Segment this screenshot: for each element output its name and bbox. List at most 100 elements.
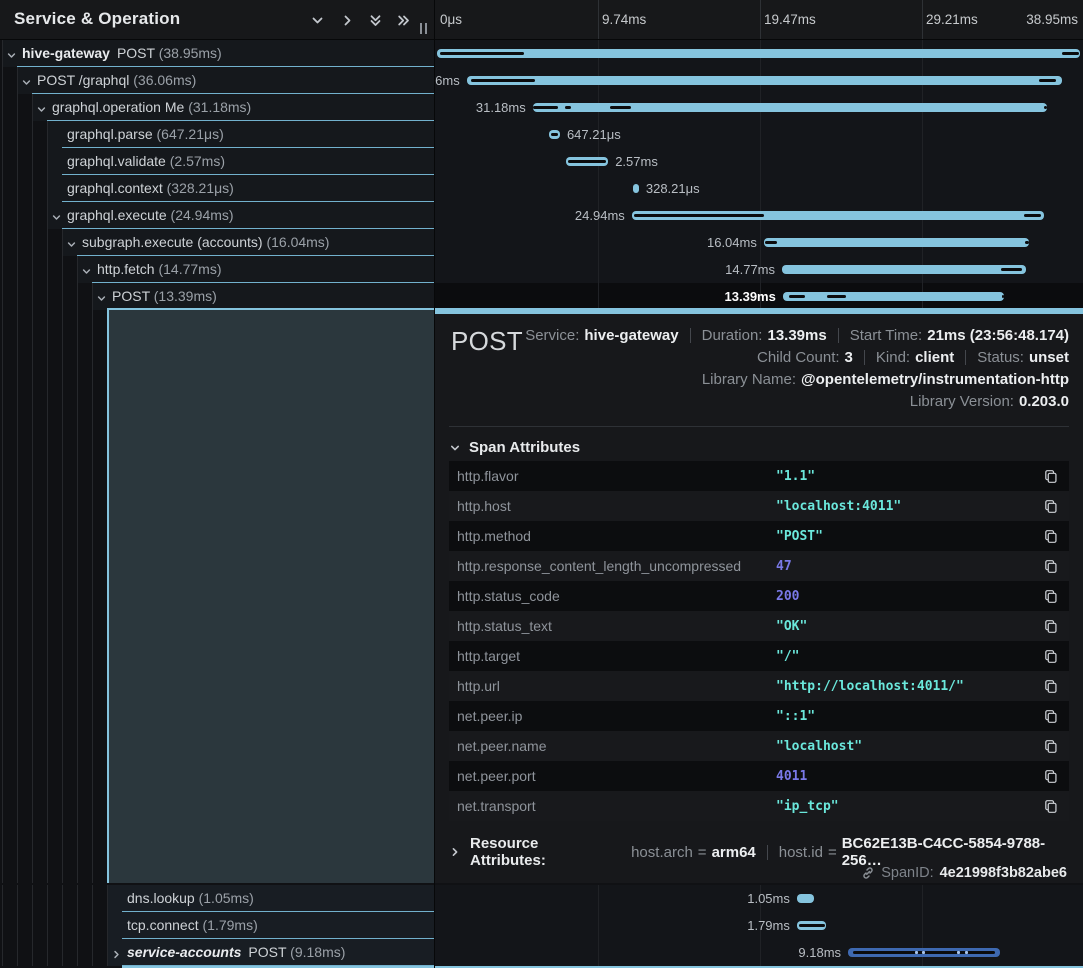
span-timeline-cell[interactable]: 36.06ms: [434, 67, 1083, 94]
span-name-cell[interactable]: graphql.context (328.21μs): [0, 175, 434, 202]
span-name-cell[interactable]: graphql.operation Me (31.18ms): [0, 94, 434, 121]
span-row[interactable]: POST (13.39ms)13.39ms: [0, 283, 1083, 310]
selected-span-highlight: [107, 310, 434, 883]
copy-icon[interactable]: [1041, 497, 1059, 515]
span-row[interactable]: subgraph.execute (accounts) (16.04ms)16.…: [0, 229, 1083, 256]
expand-chevron-icon[interactable]: [66, 237, 78, 249]
span-row[interactable]: service-accounts POST (9.18ms) 9.18ms: [0, 939, 1083, 966]
indent-guide: [2, 939, 3, 966]
span-name-cell[interactable]: graphql.parse (647.21μs): [0, 121, 434, 148]
span-id-row: SpanID: 4e21998f3b82abe6: [861, 865, 1067, 881]
copy-icon[interactable]: [1041, 617, 1059, 635]
attribute-key: net.transport: [457, 798, 776, 814]
indent-guide: [2, 283, 3, 310]
span-timeline-cell[interactable]: 16.04ms: [434, 229, 1083, 256]
expand-chevron-icon[interactable]: [81, 264, 93, 276]
span-timeline-cell[interactable]: 647.21μs: [434, 121, 1083, 148]
span-row[interactable]: graphql.parse (647.21μs)647.21μs: [0, 121, 1083, 148]
double-chevron-right-icon[interactable]: [394, 11, 412, 29]
span-duration-bar[interactable]: [797, 921, 827, 930]
span-timeline-cell[interactable]: 24.94ms: [434, 202, 1083, 229]
span-attributes-header[interactable]: Span Attributes: [449, 439, 580, 456]
span-row[interactable]: POST /graphql (36.06ms)36.06ms: [0, 67, 1083, 94]
copy-icon[interactable]: [1041, 797, 1059, 815]
span-timeline-cell[interactable]: 31.18ms: [434, 94, 1083, 121]
expand-chevron-icon[interactable]: [96, 291, 108, 303]
span-row[interactable]: graphql.operation Me (31.18ms)31.18ms: [0, 94, 1083, 121]
span-name-label: service-accounts POST (9.18ms): [127, 944, 345, 960]
span-row[interactable]: hive-gateway POST (38.95ms): [0, 40, 1083, 67]
span-duration-bar[interactable]: [797, 894, 814, 903]
span-row[interactable]: tcp.connect (1.79ms) 1.79ms: [0, 912, 1083, 939]
span-row[interactable]: http.fetch (14.77ms)14.77ms: [0, 256, 1083, 283]
span-duration-bar[interactable]: [633, 184, 638, 193]
indent-guide: [17, 256, 18, 283]
indent-guide: [92, 885, 93, 912]
span-duration-bar[interactable]: [764, 238, 1029, 247]
span-name-cell[interactable]: hive-gateway POST (38.95ms): [0, 40, 434, 67]
copy-icon[interactable]: [1041, 677, 1059, 695]
chevron-right-icon[interactable]: [338, 11, 356, 29]
span-timeline-cell[interactable]: 1.79ms: [434, 912, 1083, 939]
span-timeline-cell[interactable]: 9.18ms: [434, 939, 1083, 966]
indent-guide: [47, 148, 48, 175]
copy-icon[interactable]: [1041, 647, 1059, 665]
span-duration-bar[interactable]: [549, 130, 560, 139]
span-timeline-cell[interactable]: 14.77ms: [434, 256, 1083, 283]
copy-icon[interactable]: [1041, 737, 1059, 755]
double-chevron-down-icon[interactable]: [366, 11, 384, 29]
indent-guide: [17, 202, 18, 229]
span-row[interactable]: graphql.validate (2.57ms)2.57ms: [0, 148, 1083, 175]
copy-icon[interactable]: [1041, 767, 1059, 785]
span-name-cell[interactable]: POST /graphql (36.06ms): [0, 67, 434, 94]
span-duration-text: (2.57ms): [170, 153, 225, 169]
indent-guide: [2, 94, 3, 121]
span-name-cell[interactable]: http.fetch (14.77ms): [0, 256, 434, 283]
span-name-cell[interactable]: tcp.connect (1.79ms): [0, 912, 434, 939]
span-name-cell[interactable]: graphql.validate (2.57ms): [0, 148, 434, 175]
span-row[interactable]: graphql.execute (24.94ms)24.94ms: [0, 202, 1083, 229]
span-duration-bar[interactable]: [467, 76, 1062, 85]
copy-icon[interactable]: [1041, 707, 1059, 725]
expand-chevron-icon[interactable]: [21, 75, 33, 87]
span-name-cell[interactable]: POST (13.39ms): [0, 283, 434, 310]
span-timeline-cell[interactable]: 2.57ms: [434, 148, 1083, 175]
span-row[interactable]: graphql.context (328.21μs)328.21μs: [0, 175, 1083, 202]
span-duration-bar[interactable]: [783, 292, 1004, 301]
copy-icon[interactable]: [1041, 467, 1059, 485]
expand-chevron-icon[interactable]: [36, 102, 48, 114]
span-timeline-cell[interactable]: 328.21μs: [434, 175, 1083, 202]
resource-attributes-row[interactable]: Resource Attributes: host.arch=arm64host…: [449, 835, 1083, 869]
copy-icon[interactable]: [1041, 527, 1059, 545]
expand-chevron-icon[interactable]: [6, 48, 18, 60]
span-name-cell[interactable]: graphql.execute (24.94ms): [0, 202, 434, 229]
span-timeline-cell[interactable]: 1.05ms: [434, 885, 1083, 912]
copy-icon[interactable]: [1041, 557, 1059, 575]
detail-meta-line: Service:hive-gatewayDuration:13.39msStar…: [525, 324, 1069, 346]
indent-guide: [17, 283, 18, 310]
span-duration-bar[interactable]: [782, 265, 1026, 274]
self-time-segment: [1001, 268, 1022, 271]
expand-chevron-icon[interactable]: [111, 947, 123, 959]
meta-label: Start Time:: [850, 327, 923, 344]
span-duration-bar[interactable]: [632, 211, 1044, 220]
span-duration-bar[interactable]: [848, 948, 1000, 957]
span-timeline-cell[interactable]: [434, 40, 1083, 67]
span-duration-bar[interactable]: [566, 157, 608, 166]
expand-chevron-icon[interactable]: [51, 210, 63, 222]
copy-icon[interactable]: [1041, 587, 1059, 605]
span-name-label: tcp.connect (1.79ms): [127, 917, 258, 933]
span-duration-bar[interactable]: [437, 49, 1080, 58]
chevron-down-icon[interactable]: [308, 11, 326, 29]
span-timeline-cell[interactable]: 13.39ms: [434, 283, 1083, 310]
span-name-cell[interactable]: subgraph.execute (accounts) (16.04ms): [0, 229, 434, 256]
span-row[interactable]: dns.lookup (1.05ms)1.05ms: [0, 885, 1083, 912]
span-duration-bar[interactable]: [533, 103, 1048, 112]
span-name-cell[interactable]: service-accounts POST (9.18ms): [0, 939, 434, 966]
span-name-cell[interactable]: dns.lookup (1.05ms): [0, 885, 434, 912]
indent-guide: [2, 40, 3, 67]
column-resize-grip[interactable]: [419, 23, 429, 34]
column-divider[interactable]: [434, 0, 435, 968]
attribute-key: http.target: [457, 648, 776, 664]
link-icon[interactable]: [861, 866, 875, 880]
